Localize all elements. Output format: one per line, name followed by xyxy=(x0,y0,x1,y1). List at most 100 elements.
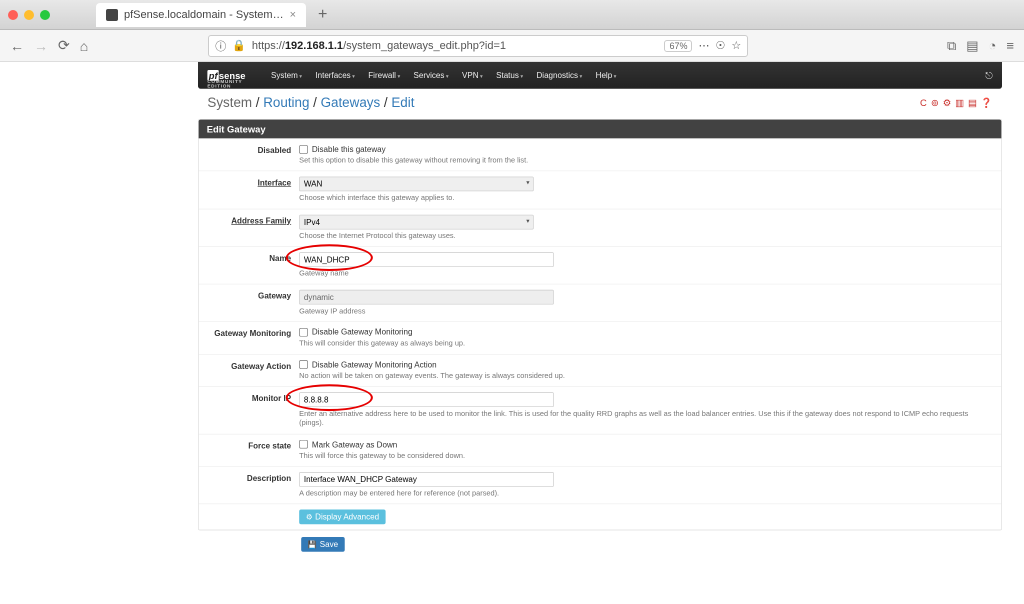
pfsense-navbar: pfsense COMMUNITY EDITION System Interfa… xyxy=(198,62,1002,89)
edit-gateway-panel: Edit Gateway Disabled Disable this gatew… xyxy=(198,119,1002,531)
label-addrfam: Address Family xyxy=(199,214,300,240)
info-icon[interactable]: ⓘ xyxy=(215,38,226,54)
mac-max-dot[interactable] xyxy=(40,10,50,20)
url-bar[interactable]: ⓘ 🔒 https://192.168.1.1/system_gateways_… xyxy=(208,35,748,57)
chk-disabled[interactable]: Disable this gateway xyxy=(299,144,988,153)
chk-force-input[interactable] xyxy=(299,440,308,449)
nav-diagnostics[interactable]: Diagnostics xyxy=(531,67,587,84)
tab-close-icon[interactable]: × xyxy=(290,9,296,21)
row-gwact: Gateway Action Disable Gateway Monitorin… xyxy=(199,354,1002,386)
label-gwmon: Gateway Monitoring xyxy=(199,328,300,349)
label-monip: Monitor IP xyxy=(199,392,300,428)
nav-system[interactable]: System xyxy=(266,67,308,84)
nav-services[interactable]: Services xyxy=(408,67,454,84)
breadcrumb: System / Routing / Gateways / Edit xyxy=(207,96,414,111)
label-disabled: Disabled xyxy=(199,144,300,165)
chk-force[interactable]: Mark Gateway as Down xyxy=(299,440,988,449)
label-gateway: Gateway xyxy=(199,290,300,316)
home-icon[interactable]: ⌂ xyxy=(80,38,88,54)
row-disabled: Disabled Disable this gateway Set this o… xyxy=(199,138,1002,170)
reload-icon[interactable]: ⟳ xyxy=(58,37,70,54)
mac-min-dot[interactable] xyxy=(24,10,34,20)
favicon xyxy=(106,9,118,21)
row-desc: Description A description may be entered… xyxy=(199,466,1002,504)
lock-icon: 🔒 xyxy=(232,39,246,52)
input-name[interactable] xyxy=(299,252,554,267)
row-advanced: ⚙Display Advanced xyxy=(199,504,1002,530)
logout-icon[interactable]: ⎋ xyxy=(985,70,992,81)
nav-interfaces[interactable]: Interfaces xyxy=(310,67,360,84)
label-name: Name xyxy=(199,252,300,278)
display-advanced-button[interactable]: ⚙Display Advanced xyxy=(299,510,386,525)
new-tab-button[interactable]: + xyxy=(318,6,327,24)
bookmark-icon[interactable]: ☆ xyxy=(731,39,741,52)
chk-gwmon-input[interactable] xyxy=(299,328,308,337)
head-action-icons: C ⊚ ⚙ ▥ ▤ ❓ xyxy=(920,98,993,109)
mac-close-dot[interactable] xyxy=(8,10,18,20)
nav-firewall[interactable]: Firewall xyxy=(363,67,406,84)
status-icon[interactable]: ⊚ xyxy=(931,98,939,109)
label-interface: Interface xyxy=(199,177,300,203)
hint-desc: A description may be entered here for re… xyxy=(299,489,988,499)
page-header: System / Routing / Gateways / Edit C ⊚ ⚙… xyxy=(198,89,1002,114)
select-addrfam[interactable] xyxy=(299,214,534,229)
help-icon[interactable]: ❓ xyxy=(981,98,993,109)
hint-interface: Choose which interface this gateway appl… xyxy=(299,194,988,204)
hint-name: Gateway name xyxy=(299,269,988,279)
pfsense-logo[interactable]: pfsense COMMUNITY EDITION xyxy=(207,70,245,81)
save-icon: 💾 xyxy=(308,540,317,549)
back-icon[interactable]: ← xyxy=(10,38,24,54)
row-interface: Interface Choose which interface this ga… xyxy=(199,171,1002,209)
url-text: https://192.168.1.1/system_gateways_edit… xyxy=(252,40,659,52)
panel-title: Edit Gateway xyxy=(199,120,1002,139)
hint-gwact: No action will be taken on gateway event… xyxy=(299,371,988,381)
save-row: 💾Save xyxy=(198,537,1002,565)
label-desc: Description xyxy=(199,472,300,498)
zoom-badge[interactable]: 67% xyxy=(664,40,692,52)
hint-monip: Enter an alternative address here to be … xyxy=(299,409,988,428)
hint-disabled: Set this option to disable this gateway … xyxy=(299,156,988,166)
row-gateway: Gateway Gateway IP address xyxy=(199,284,1002,322)
refresh-icon[interactable]: C xyxy=(920,98,927,109)
chk-gwact-input[interactable] xyxy=(299,360,308,369)
row-name: Name Gateway name xyxy=(199,246,1002,284)
nav-menu: System Interfaces Firewall Services VPN … xyxy=(266,67,622,84)
nav-vpn[interactable]: VPN xyxy=(457,67,488,84)
gear-icon: ⚙ xyxy=(306,513,313,522)
library-icon[interactable]: ⧉ xyxy=(947,38,956,54)
browser-tab[interactable]: pfSense.localdomain - System… × xyxy=(96,3,306,27)
crumb-edit[interactable]: Edit xyxy=(391,96,414,111)
input-desc[interactable] xyxy=(299,472,554,487)
reader-icon[interactable]: ☉ xyxy=(715,39,725,52)
save-button[interactable]: 💾Save xyxy=(301,537,345,552)
row-addrfam: Address Family Choose the Internet Proto… xyxy=(199,208,1002,246)
browser-toolbar: ← → ⟳ ⌂ ⓘ 🔒 https://192.168.1.1/system_g… xyxy=(0,30,1024,62)
input-monip[interactable] xyxy=(299,392,554,407)
label-force: Force state xyxy=(199,440,300,461)
forward-icon[interactable]: → xyxy=(34,38,48,54)
nav-status[interactable]: Status xyxy=(491,67,529,84)
row-monip: Monitor IP Enter an alternative address … xyxy=(199,386,1002,433)
chk-disabled-input[interactable] xyxy=(299,145,308,154)
row-force: Force state Mark Gateway as Down This wi… xyxy=(199,434,1002,466)
hint-gwmon: This will consider this gateway as alway… xyxy=(299,339,988,349)
chk-gwmon[interactable]: Disable Gateway Monitoring xyxy=(299,328,988,337)
label-gwact: Gateway Action xyxy=(199,360,300,381)
table-icon[interactable]: ▤ xyxy=(968,98,977,109)
crumb-system: System xyxy=(207,96,252,111)
crumb-gateways[interactable]: Gateways xyxy=(321,96,381,111)
crumb-routing[interactable]: Routing xyxy=(263,96,309,111)
select-interface[interactable] xyxy=(299,177,534,192)
hint-force: This will force this gateway to be consi… xyxy=(299,451,988,461)
nav-help[interactable]: Help xyxy=(590,67,621,84)
input-gateway xyxy=(299,290,554,305)
chk-gwact[interactable]: Disable Gateway Monitoring Action xyxy=(299,360,988,369)
browser-titlebar: pfSense.localdomain - System… × + xyxy=(0,0,1024,30)
account-icon[interactable]: ◔ xyxy=(989,38,997,54)
hamburger-icon[interactable]: ≡ xyxy=(1006,38,1014,54)
more-icon[interactable]: ⋯ xyxy=(698,39,709,52)
settings-icon[interactable]: ⚙ xyxy=(943,98,951,109)
sidebar-icon[interactable]: ▤ xyxy=(966,38,978,54)
graph-icon[interactable]: ▥ xyxy=(955,98,964,109)
hint-addrfam: Choose the Internet Protocol this gatewa… xyxy=(299,231,988,241)
